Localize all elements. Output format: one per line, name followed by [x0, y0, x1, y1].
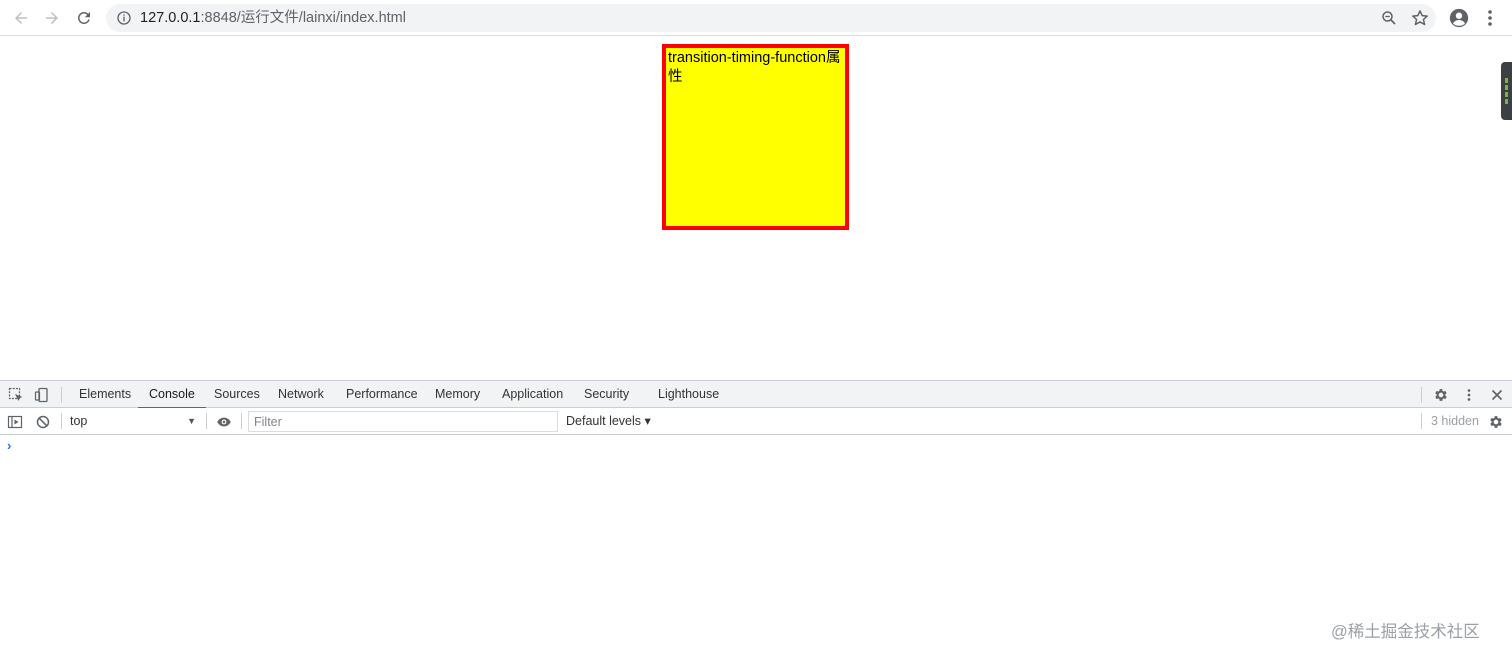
tab-memory[interactable]: Memory: [435, 381, 480, 408]
log-levels-dropdown[interactable]: Default levels ▾: [566, 408, 651, 435]
transition-demo-box: transition-timing-function属性: [662, 44, 849, 230]
tab-sources[interactable]: Sources: [214, 381, 260, 408]
hidden-messages-count: 3 hidden: [1431, 414, 1479, 428]
devtools-settings-icon[interactable]: [1432, 386, 1450, 404]
tab-performance[interactable]: Performance: [346, 381, 418, 408]
info-icon[interactable]: [116, 10, 132, 26]
devtools-menu-icon[interactable]: [1461, 386, 1477, 404]
tab-network[interactable]: Network: [278, 381, 324, 408]
zoom-icon[interactable]: [1380, 9, 1398, 27]
back-icon[interactable]: [10, 7, 32, 29]
chevron-down-icon: ▼: [187, 416, 196, 426]
show-sidebar-icon[interactable]: [6, 413, 24, 431]
console-filter-input[interactable]: [248, 411, 558, 432]
clear-console-icon[interactable]: [34, 413, 52, 431]
url-text[interactable]: 127.0.0.1:8848/运行文件/lainxi/index.html: [140, 10, 406, 26]
devtools-tabbar: Elements Console Sources Network Perform…: [0, 381, 1512, 409]
live-expression-eye-icon[interactable]: [214, 413, 234, 431]
url-path: :8848/运行文件/lainxi/index.html: [200, 10, 406, 26]
reload-icon[interactable]: [73, 7, 95, 29]
tab-security[interactable]: Security: [584, 381, 629, 408]
inspect-element-icon[interactable]: [7, 386, 25, 404]
bookmark-star-icon[interactable]: [1410, 8, 1430, 28]
extension-side-handle[interactable]: [1501, 62, 1512, 120]
address-bar[interactable]: 127.0.0.1:8848/运行文件/lainxi/index.html: [106, 4, 1436, 32]
browser-menu-icon[interactable]: [1480, 7, 1500, 29]
context-selector[interactable]: top ▼: [64, 411, 202, 432]
browser-toolbar: 127.0.0.1:8848/运行文件/lainxi/index.html: [0, 0, 1512, 36]
context-value: top: [70, 414, 88, 428]
profile-avatar-icon[interactable]: [1448, 7, 1470, 29]
tab-lighthouse[interactable]: Lighthouse: [658, 381, 719, 408]
tab-console[interactable]: Console: [138, 381, 206, 409]
devtools-panel: Elements Console Sources Network Perform…: [0, 380, 1512, 658]
url-host: 127.0.0.1: [140, 10, 201, 26]
watermark-text: @稀土掘金技术社区: [1331, 623, 1480, 641]
tab-application[interactable]: Application: [502, 381, 563, 408]
device-toolbar-icon[interactable]: [33, 386, 51, 404]
console-prompt[interactable]: ›: [7, 438, 11, 453]
console-toolbar: top ▼ Default levels ▾ 3 hidden: [0, 408, 1512, 435]
console-settings-icon[interactable]: [1487, 413, 1505, 431]
devtools-close-icon[interactable]: [1488, 386, 1506, 404]
forward-icon[interactable]: [41, 7, 63, 29]
tab-elements[interactable]: Elements: [79, 381, 131, 408]
page-viewport: transition-timing-function属性: [0, 37, 1512, 380]
